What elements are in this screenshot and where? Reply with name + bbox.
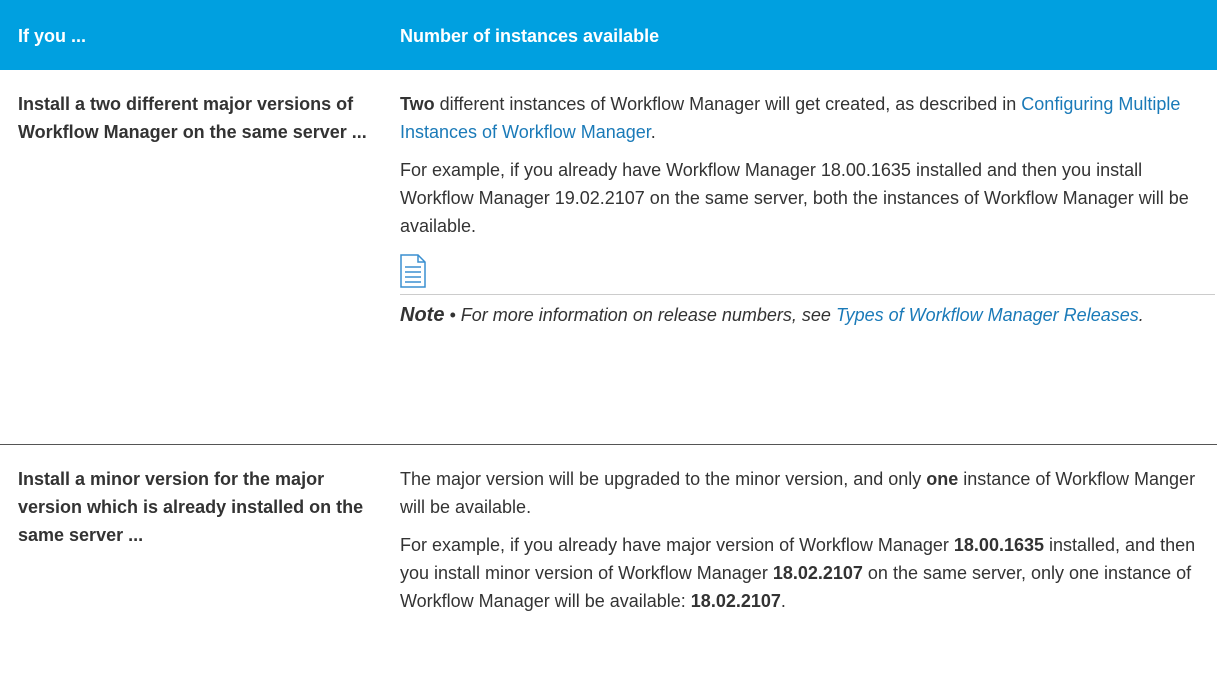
paragraph-text: For example, if you already have major v… <box>400 535 954 555</box>
table-header-row: If you ... Number of instances available <box>0 0 1217 70</box>
table-row: Install a two different major versions o… <box>0 70 1217 445</box>
version-number: 18.00.1635 <box>953 535 1044 555</box>
result-cell: The major version will be upgraded to th… <box>400 465 1200 615</box>
emphasis-text: one <box>926 469 959 489</box>
paragraph-text: . <box>780 591 786 611</box>
example-paragraph: For example, if you already have major v… <box>400 531 1200 615</box>
result-cell: Two different instances of Workflow Mana… <box>400 90 1215 329</box>
header-col-if-you: If you ... <box>18 26 87 46</box>
note-label: Note <box>400 304 445 326</box>
version-number: 18.02.2107 <box>772 563 863 583</box>
result-paragraph: Two different instances of Workflow Mana… <box>400 90 1200 146</box>
note-block: Note • For more information on release n… <box>400 254 1215 329</box>
example-paragraph: For example, if you already have Workflo… <box>400 160 1189 236</box>
note-separator: • <box>444 305 461 325</box>
note-divider <box>400 294 1215 295</box>
header-col-instances: Number of instances available <box>400 26 660 46</box>
note-end: . <box>1138 305 1144 325</box>
paragraph-text: The major version will be upgraded to th… <box>400 469 927 489</box>
note-text: Note • For more information on release n… <box>400 301 1200 329</box>
note-body: For more information on release numbers,… <box>460 305 836 325</box>
types-of-releases-link[interactable]: Types of Workflow Manager Releases <box>836 305 1139 325</box>
emphasis-text: Two <box>400 94 435 114</box>
paragraph-text: . <box>650 122 656 142</box>
paragraph-text: different instances of Workflow Manager … <box>434 94 1022 114</box>
condition-cell: Install a minor version for the major ve… <box>18 469 364 545</box>
result-paragraph: The major version will be upgraded to th… <box>400 465 1200 521</box>
condition-cell: Install a two different major versions o… <box>18 94 367 142</box>
table-row: Install a minor version for the major ve… <box>0 445 1217 696</box>
version-number: 18.02.2107 <box>690 591 781 611</box>
note-document-icon <box>400 254 426 288</box>
